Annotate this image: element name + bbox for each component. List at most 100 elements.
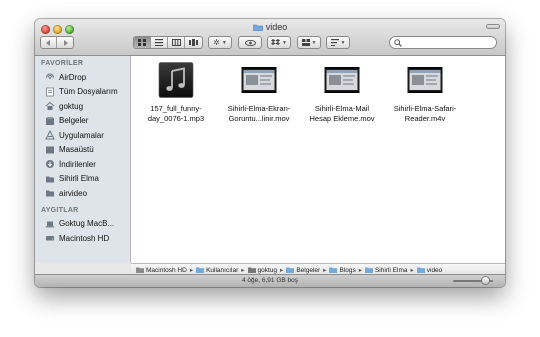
sidebar-item-label: Masaüstü — [59, 145, 94, 155]
sidebar-item-label: Sihirli Elma — [59, 174, 100, 184]
status-bar: 4 öğe, 6,91 GB boş — [35, 274, 505, 287]
search-field[interactable] — [389, 36, 497, 49]
nav-buttons — [40, 36, 74, 49]
path-crumb-label: Blogs — [339, 266, 356, 274]
sidebar-item-goktug-macb-[interactable]: Goktug MacB... — [35, 217, 130, 232]
dropbox-icon — [271, 39, 281, 45]
sidebar-item-label: Macintosh HD — [59, 233, 110, 243]
movie-thumbnail-icon — [407, 62, 443, 98]
sidebar-item-sihirli-elma[interactable]: Sihirli Elma — [35, 172, 130, 187]
path-crumb-label: Sihirli Elma — [374, 266, 408, 274]
file-item[interactable]: Sihirli-Elma-Mail Hesap Ekleme.mov — [301, 62, 383, 124]
file-browser[interactable]: 157_full_funny-day_0076-1.mp3 Sihirli-Elm… — [131, 56, 505, 263]
hard-drive-icon — [136, 267, 144, 273]
path-separator-icon: ▸ — [241, 267, 245, 274]
view-mode-selector — [133, 36, 203, 49]
folder-icon — [364, 267, 373, 273]
back-button[interactable] — [41, 37, 58, 48]
file-name-line-2: Reader.m4v — [404, 114, 446, 123]
sidebar-item-uygulamalar[interactable]: Uygulamalar — [35, 128, 130, 143]
sidebar-favorites-header: FAVORİLER — [41, 60, 84, 67]
downloads-icon — [45, 159, 55, 169]
folder-icon — [286, 267, 295, 273]
sidebar-item-goktug[interactable]: goktug — [35, 99, 130, 114]
icon-view-icon — [138, 39, 146, 46]
folder-icon — [45, 174, 55, 184]
coverflow-view-icon — [189, 39, 198, 46]
path-separator-icon: ▸ — [410, 267, 414, 274]
file-name-line-1: Sihirli-Elma-Mail — [314, 104, 370, 113]
sidebar-devices-header: AYGITLAR — [41, 206, 79, 214]
gear-icon: ✲ — [213, 38, 220, 47]
path-crumb[interactable]: goktug — [247, 266, 278, 274]
chevron-down-icon: ▼ — [221, 39, 227, 46]
path-crumb-label: Belgeler — [296, 266, 321, 274]
laptop-icon — [45, 219, 55, 229]
column-view-icon — [171, 39, 181, 46]
applications-icon — [45, 130, 55, 140]
chevron-right-icon — [63, 39, 68, 46]
toolbar: video ✲ ▼ ▼ ▼ ▼ — [35, 19, 505, 56]
path-crumb[interactable]: video — [416, 266, 443, 274]
sidebar: FAVORİLER AirDrop Tüm Dosyalarım goktug Bel… — [35, 56, 131, 263]
list-view-button[interactable] — [151, 37, 168, 48]
sidebar-devices: Goktug MacB... Macintosh HD — [35, 217, 130, 246]
music-file-icon — [158, 62, 194, 98]
action-menu-button[interactable]: ✲ ▼ — [208, 36, 232, 49]
file-item[interactable]: 157_full_funny-day_0076-1.mp3 — [135, 62, 217, 124]
icon-size-slider[interactable] — [453, 277, 493, 284]
chevron-down-icon: ▼ — [311, 39, 317, 46]
path-crumb[interactable]: Kullanıcılar — [196, 267, 238, 274]
airdrop-icon — [45, 72, 55, 82]
path-crumb-label: goktug — [257, 266, 278, 274]
forward-button[interactable] — [57, 37, 73, 48]
file-name-line-2: day_0076-1.mp3 — [147, 114, 205, 123]
path-crumb[interactable]: Sihirli Elma — [364, 266, 408, 274]
sidebar-item-label: goktug — [59, 101, 84, 111]
sort-icon — [330, 39, 339, 46]
coverflow-view-button[interactable] — [185, 37, 202, 48]
status-text: 4 öğe, 6,91 GB boş — [241, 277, 298, 284]
movie-thumbnail-icon — [324, 62, 360, 98]
path-crumb[interactable]: Blogs — [329, 266, 356, 274]
arrange-icon — [301, 39, 310, 46]
hard-drive-icon — [45, 233, 55, 243]
icon-size-slider-knob[interactable] — [481, 277, 489, 284]
quicklook-button[interactable] — [238, 36, 262, 49]
arrange-menu-button[interactable]: ▼ — [297, 36, 321, 49]
dropbox-menu-button[interactable]: ▼ — [267, 36, 291, 49]
path-separator-icon: ▸ — [323, 267, 327, 274]
sidebar-item-i-ndirilenler[interactable]: İndirilenler — [35, 157, 130, 172]
path-crumb[interactable]: Belgeler — [286, 267, 320, 274]
folder-icon — [45, 188, 55, 198]
file-name-line-1: Sihirli-Elma-Ekran- — [227, 104, 291, 113]
path-crumb-label: video — [426, 266, 443, 274]
sidebar-item-masaüstü[interactable]: Masaüstü — [35, 143, 130, 158]
sidebar-item-airdrop[interactable]: AirDrop — [35, 70, 130, 85]
column-view-button[interactable] — [168, 37, 185, 48]
window-title: video — [35, 22, 505, 32]
path-separator-icon: ▸ — [358, 267, 362, 274]
home-icon — [247, 267, 256, 273]
eye-icon — [244, 39, 256, 46]
sidebar-item-belgeler[interactable]: Belgeler — [35, 114, 130, 129]
path-separator-icon: ▸ — [189, 267, 194, 274]
sort-menu-button[interactable]: ▼ — [326, 36, 350, 49]
icon-view-button[interactable] — [134, 37, 151, 48]
path-crumb[interactable]: Macintosh HD — [136, 267, 187, 274]
sidebar-item-macintosh-hd[interactable]: Macintosh HD — [35, 231, 130, 246]
file-name-line-1: Sihirli-Elma-Safari- — [393, 104, 457, 113]
file-name-line-1: 157_full_funny- — [150, 104, 202, 113]
sidebar-item-airvideo[interactable]: airvideo — [35, 186, 130, 201]
finder-window: video ✲ ▼ ▼ ▼ ▼ FAVORİLER AirDrop Tüm Do… — [35, 19, 505, 287]
file-item[interactable]: Sihirli-Elma-Safari- Reader.m4v — [384, 62, 466, 124]
sidebar-favorites: AirDrop Tüm Dosyalarım goktug Belgeler Uygul… — [35, 70, 130, 201]
folder-icon — [196, 267, 205, 273]
sidebar-item-label: Belgeler — [59, 116, 89, 126]
path-crumb-label: Macintosh HD — [146, 266, 187, 274]
sidebar-item-label: airvideo — [59, 188, 88, 198]
folder-icon — [329, 267, 338, 273]
sidebar-item-tüm-dosyalarım[interactable]: Tüm Dosyalarım — [35, 85, 130, 100]
file-item[interactable]: Sihirli-Elma-Ekran- Goruntu...linir.mov — [218, 62, 300, 124]
toolbar-toggle-button[interactable] — [486, 24, 500, 29]
